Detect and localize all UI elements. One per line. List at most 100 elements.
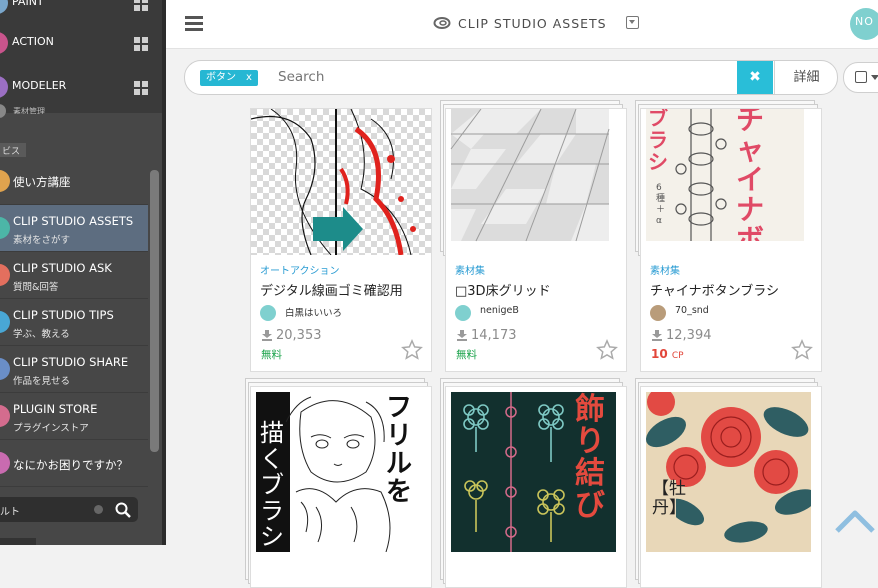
sidebar-item-plugin-store[interactable]: PLUGIN STORE プラグインストア [0, 393, 148, 440]
asset-card[interactable]: 素材集 □3D床グリッド nenigeB 14,173 無料 [440, 100, 627, 372]
sidebar-bottom-tab [0, 538, 36, 545]
help-icon [0, 452, 10, 474]
asset-category: オートアクション [260, 266, 340, 277]
asset-card-body: 描くブラシ フリルを [250, 386, 432, 588]
china-button-thumbnail: チャイナボタン ブラシ 6種＋α [646, 109, 804, 241]
grid-icon[interactable] [134, 37, 148, 51]
app-label: ACTION [12, 35, 54, 48]
asset-card-body: オートアクション デジタル線画ゴミ確認用 白黒はいいろ 20,353 無料 [250, 108, 432, 372]
asset-price: 10 CP [651, 347, 684, 361]
asset-card[interactable]: 描くブラシ フリルを [245, 378, 432, 588]
asset-price: 無料 [261, 349, 282, 361]
nav-subtitle: 質問&回答 [13, 282, 59, 293]
search-input[interactable] [273, 65, 733, 89]
app-item-paint[interactable]: PAINT [0, 0, 148, 26]
asset-card-body: 素材集 □3D床グリッド nenigeB 14,173 無料 [445, 108, 627, 372]
asset-card[interactable]: チャイナボタン ブラシ 6種＋α [635, 100, 822, 372]
tag-remove-icon[interactable]: x [246, 72, 252, 83]
download-icon [262, 330, 272, 341]
action-icon [0, 32, 8, 54]
asset-card[interactable]: オートアクション デジタル線画ゴミ確認用 白黒はいいろ 20,353 無料 [250, 108, 432, 372]
sidebar: PAINT ACTION MODELER 素材管理 ビス 使い方講座 CLIP … [0, 0, 166, 545]
asset-card-body: 飾り結び [445, 386, 627, 588]
favorite-star-icon[interactable] [401, 339, 423, 361]
price-value: 10 [651, 347, 668, 361]
nav-title: 使い方講座 [13, 175, 71, 189]
asset-author[interactable]: nenigeB [480, 305, 519, 316]
sidebar-item-tips[interactable]: CLIP STUDIO TIPS 学ぶ、教える [0, 299, 148, 346]
asset-author[interactable]: 70_snd [675, 305, 709, 316]
asset-card[interactable]: 飾り結び [440, 378, 627, 588]
sidebar-item-tutorials[interactable]: 使い方講座 [0, 158, 148, 205]
character-art [285, 396, 391, 552]
search-bar: ボタン x ✖ 詳細 [184, 60, 838, 95]
author-avatar[interactable] [260, 305, 276, 321]
nav-subtitle: 作品を見せる [13, 376, 71, 387]
select-mode-button[interactable] [843, 62, 878, 93]
tutorial-icon [0, 170, 10, 192]
nav-title: CLIP STUDIO ASK [13, 261, 112, 275]
asset-thumbnail[interactable]: チャイナボタン ブラシ 6種＋α [641, 109, 821, 255]
search-clear-button[interactable]: ✖ [737, 61, 773, 94]
app-item-modeler[interactable]: MODELER [0, 70, 148, 110]
app-item-action[interactable]: ACTION [0, 26, 148, 66]
asset-category: 素材集 [650, 266, 680, 277]
search-detail-button[interactable]: 詳細 [774, 61, 837, 94]
back-to-top-icon[interactable] [832, 503, 878, 537]
chevron-down-icon [871, 75, 878, 80]
header: CLIP STUDIO ASSETS NO [166, 0, 878, 49]
asset-author[interactable]: 白黒はいいろ [285, 305, 342, 319]
sidebar-search-input[interactable]: ルト [0, 497, 138, 522]
menu-icon[interactable] [185, 16, 203, 32]
ask-icon [0, 264, 10, 286]
sidebar-item-share[interactable]: CLIP STUDIO SHARE 作品を見せる [0, 346, 148, 393]
download-icon [652, 330, 662, 341]
favorite-star-icon[interactable] [791, 339, 813, 361]
asset-title[interactable]: チャイナボタンブラシ [650, 280, 779, 299]
checkbox-icon [855, 71, 867, 83]
user-avatar[interactable]: NO [850, 8, 878, 40]
nav-subtitle: プラグインストア [13, 423, 89, 434]
asset-thumbnail[interactable] [251, 109, 431, 255]
app-label: PAINT [12, 0, 44, 8]
nav-title: CLIP STUDIO TIPS [13, 308, 114, 322]
search-icon[interactable] [115, 502, 131, 518]
sidebar-item-help[interactable]: なにかお困りですか？ [0, 440, 148, 487]
nav-title: CLIP STUDIO ASSETS [13, 214, 134, 228]
price-unit: CP [671, 351, 684, 361]
asset-card-body: 【牡丹】 [640, 386, 822, 588]
assets-icon [0, 217, 10, 239]
asset-title[interactable]: □3D床グリッド [455, 280, 551, 299]
download-icon [457, 330, 467, 341]
search-tag[interactable]: ボタン x [200, 70, 258, 86]
brand-title: CLIP STUDIO ASSETS [458, 16, 607, 31]
asset-thumbnail[interactable] [446, 109, 626, 255]
favorite-star-icon[interactable] [596, 339, 618, 361]
decorative-knot-thumbnail[interactable]: 飾り結び [451, 392, 616, 552]
grid-icon[interactable] [134, 81, 148, 95]
services-label: ビス [2, 147, 21, 157]
sidebar-item-assets[interactable]: CLIP STUDIO ASSETS 素材をさがす [0, 205, 148, 252]
frill-brush-thumbnail[interactable]: 描くブラシ フリルを [256, 392, 421, 552]
nav-subtitle: 学ぶ、教える [13, 329, 70, 340]
asset-category: 素材集 [455, 266, 485, 277]
plugin-store-icon [0, 405, 10, 427]
grid-icon[interactable] [134, 0, 148, 11]
nav-subtitle: 素材をさがす [13, 235, 71, 246]
download-count: 14,173 [471, 328, 517, 343]
asset-title[interactable]: デジタル線画ゴミ確認用 [260, 280, 403, 299]
asset-card[interactable]: 【牡丹】 [635, 378, 822, 588]
dropdown-icon[interactable] [626, 16, 639, 29]
nav-title: PLUGIN STORE [13, 402, 98, 416]
knot-art [463, 392, 565, 552]
peony-thumbnail[interactable]: 【牡丹】 [646, 392, 811, 552]
author-avatar[interactable] [650, 305, 666, 321]
clear-icon[interactable] [94, 505, 103, 514]
sidebar-item-ask[interactable]: CLIP STUDIO ASK 質問&回答 [0, 252, 148, 299]
thumb-text-peony: 【牡丹】 [652, 479, 686, 518]
author-avatar[interactable] [455, 305, 471, 321]
download-count: 12,394 [666, 328, 712, 343]
peony-art [646, 392, 811, 543]
partial-nav-label: 素材管理 [13, 107, 45, 114]
sidebar-scrollbar[interactable] [150, 170, 159, 452]
